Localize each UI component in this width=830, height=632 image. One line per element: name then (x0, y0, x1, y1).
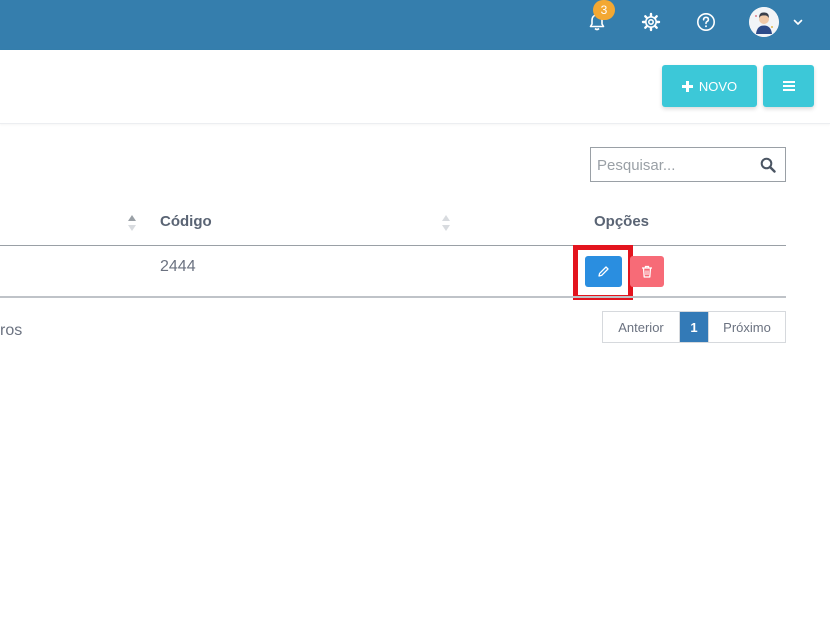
help-button[interactable] (692, 8, 720, 36)
pagination: Anterior 1 Próximo (602, 311, 786, 343)
column-header-codigo[interactable]: Código (160, 213, 212, 230)
gear-icon (641, 12, 661, 32)
sort-icon[interactable] (441, 213, 451, 233)
help-icon (697, 13, 715, 31)
plus-icon (681, 80, 693, 92)
cell-codigo: 2444 (160, 258, 196, 275)
edit-icon (598, 266, 609, 277)
user-avatar[interactable] (749, 7, 779, 37)
search-box (590, 147, 786, 182)
delete-button[interactable] (630, 256, 664, 287)
avatar-icon (749, 7, 779, 37)
table-header-divider (0, 245, 786, 246)
pagination-page-1[interactable]: 1 (680, 312, 708, 342)
search-input[interactable] (597, 154, 747, 176)
notification-badge: 3 (593, 0, 615, 20)
pagination-previous[interactable]: Anterior (603, 312, 680, 342)
new-button[interactable]: NOVO (662, 65, 757, 107)
column-header-opcoes: Opções (594, 213, 650, 230)
edit-button[interactable] (585, 256, 622, 287)
sort-icon[interactable] (127, 213, 137, 233)
new-button-label: NOVO (698, 78, 738, 94)
hamburger-icon (782, 81, 795, 91)
pagination-next[interactable]: Próximo (708, 312, 785, 342)
table-bottom-divider (0, 296, 786, 298)
chevron-down-icon (793, 19, 803, 25)
trash-icon (642, 265, 652, 278)
table-info: ros (0, 322, 23, 339)
user-menu-toggle[interactable] (784, 8, 812, 36)
menu-button[interactable] (763, 65, 814, 107)
search-icon[interactable] (760, 157, 776, 173)
settings-button[interactable] (637, 8, 665, 36)
